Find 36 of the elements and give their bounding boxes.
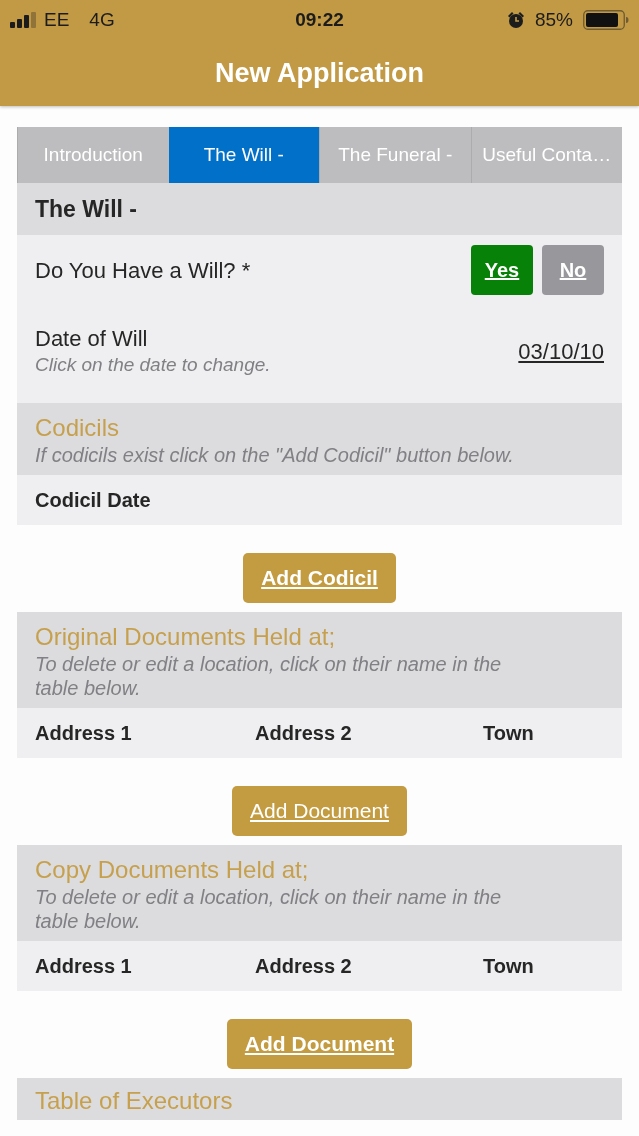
- column-header: Address 1: [35, 954, 133, 979]
- question-label: Do You Have a Will? *: [35, 256, 251, 285]
- section-hint: If codicils exist click on the "Add Codicil" button below.: [35, 443, 515, 467]
- add-button[interactable]: Add Codicil: [243, 553, 396, 603]
- date-hint: Click on the date to change.: [35, 353, 271, 377]
- carrier-text: EE: [44, 7, 70, 32]
- battery-icon: [583, 10, 629, 30]
- section-title: Table of Executors: [35, 1086, 234, 1116]
- add-button[interactable]: Add Document: [226, 1019, 413, 1069]
- section-title: Original Documents Held at;: [35, 622, 337, 652]
- column-header: Town: [483, 954, 535, 979]
- network-text: 4G: [89, 7, 115, 32]
- page-title: New Application: [215, 56, 424, 90]
- column-header: Address 2: [255, 954, 353, 979]
- section-title: Copy Documents Held at;: [35, 855, 310, 885]
- section-hint: To delete or edit a location, click on their name in the table below.: [35, 652, 503, 700]
- date-link[interactable]: 03/10/10: [518, 334, 604, 368]
- column-header: Town: [483, 721, 535, 746]
- date-label: Date of Will: [35, 325, 149, 353]
- answer-button[interactable]: No: [542, 245, 604, 295]
- tab[interactable]: The Funeral -: [319, 127, 471, 183]
- clock-text: 09:22: [295, 7, 344, 32]
- tab[interactable]: The Will -: [168, 127, 319, 183]
- section-hint: To delete or edit a location, click on their name in the table below.: [35, 885, 503, 933]
- add-button[interactable]: Add Document: [232, 786, 407, 836]
- tab[interactable]: Useful Conta…: [470, 127, 622, 183]
- column-header: Codicil Date: [35, 488, 152, 513]
- section-title: Codicils: [35, 413, 121, 443]
- signal-icon: [10, 12, 38, 28]
- column-header: Address 1: [35, 721, 133, 746]
- answer-button[interactable]: Yes: [471, 245, 533, 295]
- section-heading: The Will -: [17, 183, 622, 235]
- battery-percent: 85%: [534, 7, 573, 32]
- alarm-clock-icon: [506, 11, 525, 29]
- tab[interactable]: Introduction: [17, 127, 169, 183]
- column-header: Address 2: [255, 721, 353, 746]
